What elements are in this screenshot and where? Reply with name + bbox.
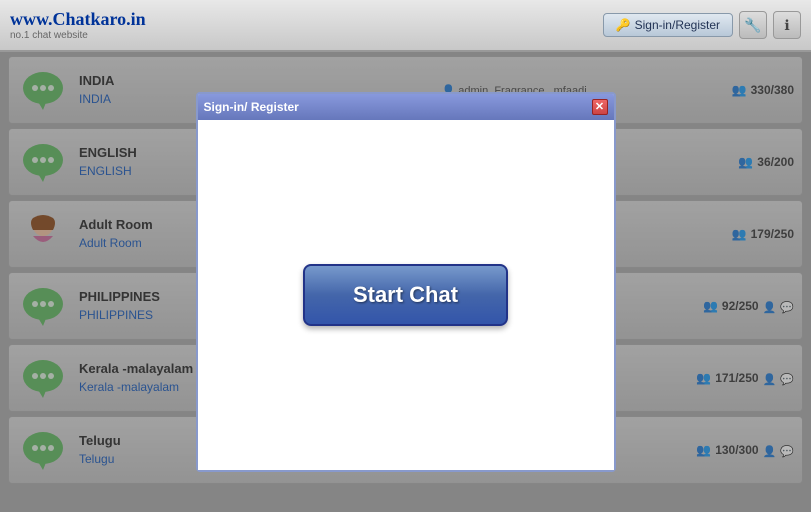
modal-title: Sign-in/ Register <box>204 100 299 114</box>
main-area: INDIA INDIA 👤 admin, Fragrance., mfaadi … <box>0 52 811 512</box>
signin-register-button[interactable]: 🔑 Sign-in/Register <box>603 13 733 37</box>
modal-overlay: Sign-in/ Register ✕ Start Chat <box>0 52 811 512</box>
header-right: 🔑 Sign-in/Register 🔧 ℹ <box>603 11 801 39</box>
logo-title: www.Chatkaro.in <box>10 9 146 30</box>
modal-titlebar: Sign-in/ Register ✕ <box>198 94 614 120</box>
info-button[interactable]: ℹ <box>773 11 801 39</box>
modal-close-button[interactable]: ✕ <box>592 99 608 115</box>
start-chat-button[interactable]: Start Chat <box>303 264 508 326</box>
logo-subtitle: no.1 chat website <box>10 30 146 41</box>
logo-area: www.Chatkaro.in no.1 chat website <box>10 9 146 41</box>
settings-icon: 🔧 <box>744 17 761 34</box>
modal-body: Start Chat <box>198 120 614 470</box>
signin-label: Sign-in/Register <box>635 18 720 32</box>
settings-button[interactable]: 🔧 <box>739 11 767 39</box>
info-icon: ℹ <box>784 17 789 34</box>
header: www.Chatkaro.in no.1 chat website 🔑 Sign… <box>0 0 811 52</box>
signin-icon: 🔑 <box>616 18 631 32</box>
signin-modal: Sign-in/ Register ✕ Start Chat <box>196 92 616 472</box>
